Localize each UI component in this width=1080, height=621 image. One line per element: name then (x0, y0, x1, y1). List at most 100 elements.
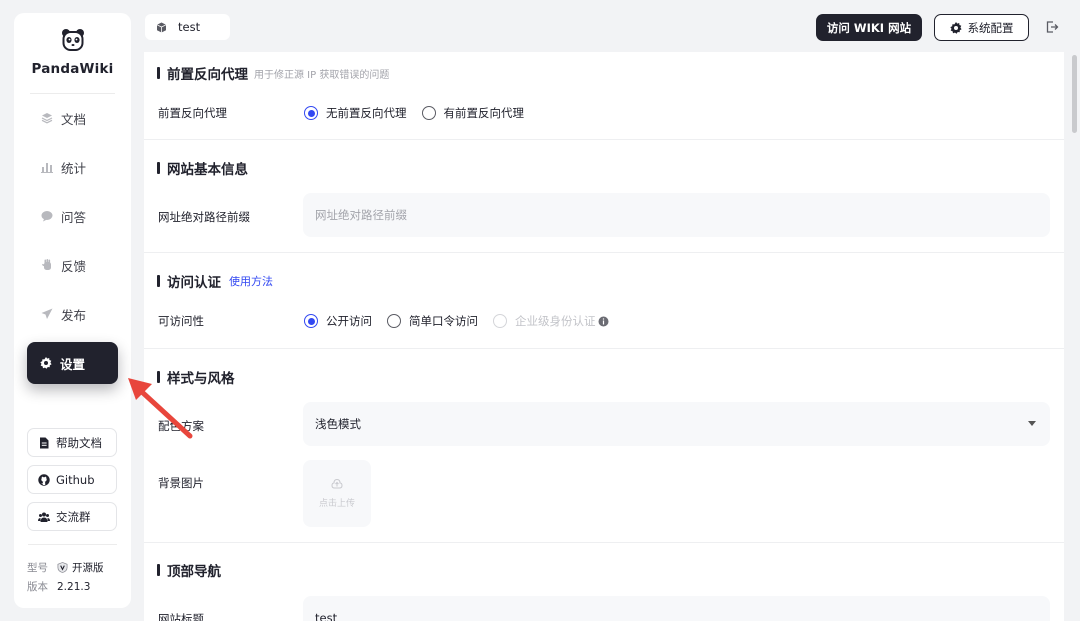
radio-has-proxy[interactable]: 有前置反向代理 (421, 105, 525, 121)
bg-image-upload[interactable]: 点击上传 (303, 460, 371, 527)
help-docs-label: 帮助文档 (56, 435, 102, 450)
panda-logo-icon (61, 29, 84, 51)
section-marker (157, 275, 160, 287)
bar-chart-icon (41, 161, 53, 173)
edition-text: 开源版 (72, 562, 104, 574)
sidebar-item-docs[interactable]: 文档 (28, 98, 117, 138)
radio-label: 无前置反向代理 (326, 106, 407, 120)
sidebar-item-stats[interactable]: 统计 (28, 147, 117, 187)
section-title-text: 前置反向代理 (167, 67, 248, 83)
version-value: 2.21.3 (57, 580, 91, 593)
radio-dot (493, 314, 507, 328)
radio-dot (304, 314, 318, 328)
section-marker (157, 162, 160, 174)
edition-value: 开源版 (57, 560, 104, 575)
gear-icon (40, 357, 52, 369)
section-title-auth: 访问认证 使用方法 (157, 271, 273, 291)
info-icon[interactable] (598, 316, 609, 327)
section-marker (157, 564, 160, 576)
radio-label: 企业级身份认证 (515, 314, 596, 328)
sidebar-item-label: 发布 (61, 307, 87, 323)
sidebar-item-publish[interactable]: 发布 (28, 294, 117, 334)
scrollbar-thumb[interactable] (1072, 55, 1077, 133)
radio-no-proxy[interactable]: 无前置反向代理 (304, 105, 407, 121)
sidebar-item-qa[interactable]: 问答 (28, 196, 117, 236)
chat-icon (41, 210, 53, 222)
doc-icon (38, 437, 50, 449)
access-radio-group: 公开访问 简单口令访问 企业级身份认证 (304, 313, 609, 329)
annotation-arrow (128, 378, 193, 439)
upload-icon (331, 478, 343, 490)
access-label: 可访问性 (158, 314, 204, 328)
site-title-label: 网站标题 (158, 612, 204, 621)
section-title-basic: 网站基本信息 (157, 158, 248, 178)
github-icon (38, 473, 50, 486)
divider (144, 348, 1064, 349)
section-title-text: 顶部导航 (167, 564, 221, 580)
radio-dot (421, 106, 436, 120)
cube-icon (156, 22, 167, 33)
sidebar-item-label: 设置 (60, 356, 86, 372)
sidebar-item-label: 反馈 (61, 258, 87, 274)
radio-label: 简单口令访问 (409, 314, 478, 328)
divider (144, 252, 1064, 253)
send-icon (41, 308, 53, 320)
community-group-label: 交流群 (56, 509, 91, 524)
visit-wiki-button[interactable]: 访问 WIKI 网站 (816, 14, 922, 41)
sidebar: PandaWiki 文档 统计 问答 反馈 发布 设置 帮助文档 Github … (14, 13, 131, 608)
color-scheme-select[interactable]: 浅色模式 (303, 402, 1050, 446)
radio-dot (387, 314, 401, 328)
radio-label: 有前置反向代理 (443, 106, 525, 120)
layers-icon (41, 112, 53, 124)
shield-icon (57, 562, 68, 573)
section-marker (157, 67, 160, 79)
section-hint: 用于修正源 IP 获取错误的问题 (254, 69, 390, 81)
radio-dot (304, 106, 318, 120)
knowledge-base-selector[interactable]: test (145, 14, 230, 40)
settings-panel: 前置反向代理 用于修正源 IP 获取错误的问题 前置反向代理 无前置反向代理 有… (144, 52, 1064, 621)
divider (144, 542, 1064, 543)
radio-label: 公开访问 (326, 314, 372, 328)
system-config-button[interactable]: 系统配置 (934, 14, 1029, 41)
section-title-text: 访问认证 (167, 275, 221, 291)
logout-icon[interactable] (1045, 20, 1059, 34)
radio-public-access[interactable]: 公开访问 (304, 313, 372, 329)
radio-enterprise-auth: 企业级身份认证 (493, 313, 609, 329)
section-title-proxy: 前置反向代理 用于修正源 IP 获取错误的问题 (157, 63, 389, 83)
help-docs-button[interactable]: 帮助文档 (27, 428, 117, 457)
github-label: Github (56, 472, 95, 487)
proxy-label: 前置反向代理 (158, 106, 227, 120)
sidebar-item-label: 问答 (61, 209, 87, 225)
sidebar-item-settings[interactable]: 设置 (27, 342, 118, 384)
color-scheme-value: 浅色模式 (315, 417, 361, 431)
version-key: 版本 (27, 581, 48, 593)
section-title-text: 网站基本信息 (167, 162, 248, 178)
bg-image-label: 背景图片 (158, 476, 204, 490)
url-prefix-label: 网址绝对路径前缀 (158, 210, 250, 224)
system-config-label: 系统配置 (967, 20, 1014, 35)
proxy-radio-group: 无前置反向代理 有前置反向代理 (304, 105, 539, 121)
url-prefix-input[interactable]: 网址绝对路径前缀 (303, 193, 1050, 237)
divider (28, 544, 117, 545)
edition-key: 型号 (27, 562, 48, 574)
sidebar-item-label: 文档 (61, 111, 87, 127)
sidebar-item-label: 统计 (61, 160, 87, 176)
knowledge-base-name: test (178, 20, 201, 34)
usage-link[interactable]: 使用方法 (229, 273, 273, 289)
upload-text: 点击上传 (318, 499, 355, 509)
sidebar-item-feedback[interactable]: 反馈 (28, 245, 117, 285)
divider (144, 139, 1064, 140)
radio-password-access[interactable]: 简单口令访问 (387, 313, 478, 329)
community-group-button[interactable]: 交流群 (27, 502, 117, 531)
site-title-input[interactable]: test (303, 596, 1050, 621)
divider (30, 93, 115, 94)
version-row: 版本 2.21.3 (27, 579, 90, 594)
app-name: PandaWiki (31, 61, 114, 77)
github-button[interactable]: Github (27, 465, 117, 494)
hand-icon (41, 259, 53, 271)
logo[interactable]: PandaWiki (14, 27, 131, 77)
edition-row: 型号 开源版 (27, 560, 104, 575)
chevron-down-icon (1028, 421, 1036, 426)
gear-icon (949, 21, 962, 34)
group-icon (38, 511, 50, 523)
